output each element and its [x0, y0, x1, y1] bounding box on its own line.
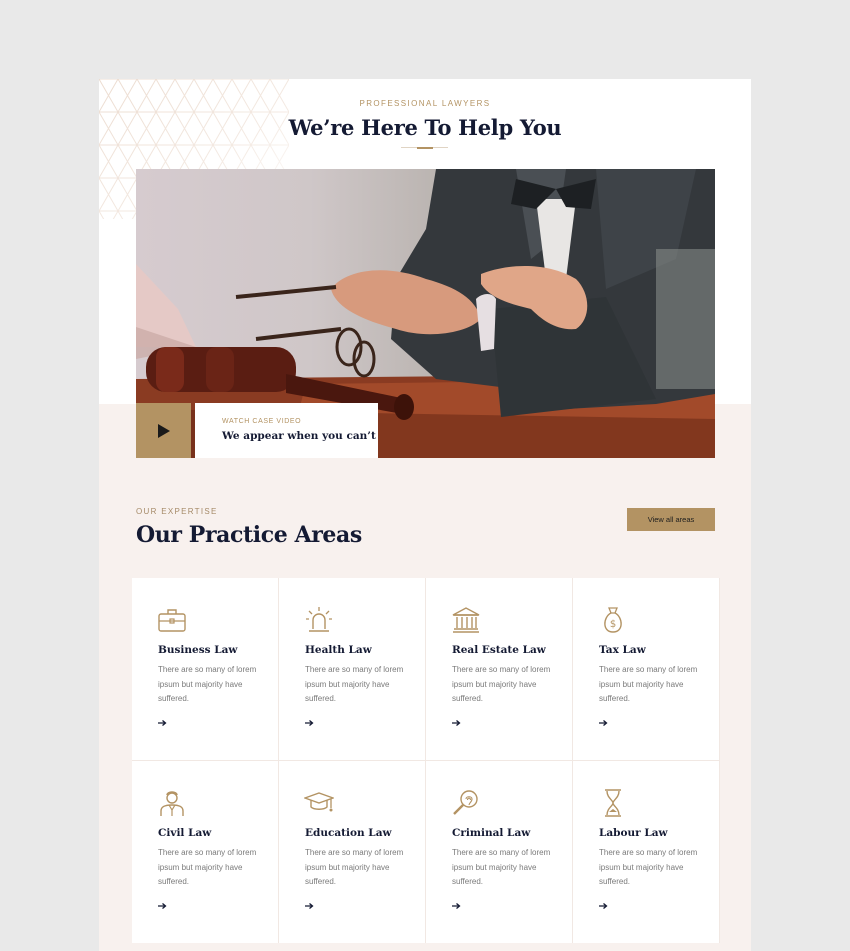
- video-eyebrow: WATCH CASE VIDEO: [222, 418, 302, 425]
- arrow-right-icon[interactable]: [158, 902, 167, 910]
- card-title: Health Law: [305, 644, 372, 656]
- practice-card-labour-law[interactable]: Labour Law There are so many of lorem ip…: [573, 761, 719, 943]
- arrow-right-icon[interactable]: [305, 902, 314, 910]
- practice-card-tax-law[interactable]: $ Tax Law There are so many of lorem ips…: [573, 578, 719, 760]
- hourglass-icon: [605, 789, 621, 817]
- page-title: We’re Here To Help You: [288, 115, 562, 140]
- card-title: Civil Law: [158, 827, 212, 839]
- card-description: There are so many of lorem ipsum but maj…: [158, 665, 257, 703]
- title-divider: [401, 146, 448, 149]
- siren-icon: [306, 607, 332, 632]
- video-title: We appear when you can’t: [222, 430, 376, 442]
- card-title: Criminal Law: [452, 827, 531, 839]
- practice-card-health-law[interactable]: Health Law There are so many of lorem ip…: [279, 578, 425, 760]
- section-eyebrow: OUR EXPERTISE: [136, 507, 218, 516]
- arrow-right-icon[interactable]: [452, 719, 461, 727]
- arrow-right-icon[interactable]: [305, 719, 314, 727]
- section-title: Our Practice Areas: [136, 522, 362, 548]
- card-title: Tax Law: [599, 644, 646, 656]
- card-description: There are so many of lorem ipsum but maj…: [305, 665, 404, 703]
- practice-card-real-estate-law[interactable]: Real Estate Law There are so many of lor…: [426, 578, 572, 760]
- card-description: There are so many of lorem ipsum but maj…: [599, 665, 698, 703]
- practice-card-business-law[interactable]: Business Law There are so many of lorem …: [132, 578, 278, 760]
- video-caption-card[interactable]: WATCH CASE VIDEO We appear when you can’…: [195, 403, 378, 458]
- practice-card-civil-law[interactable]: Civil Law There are so many of lorem ips…: [132, 761, 278, 943]
- card-title: Labour Law: [599, 827, 668, 839]
- courthouse-icon: [452, 607, 480, 633]
- play-icon: [158, 423, 170, 438]
- arrow-right-icon[interactable]: [452, 902, 461, 910]
- fingerprint-magnifier-icon: [453, 790, 478, 815]
- view-all-areas-button[interactable]: View all areas: [627, 508, 715, 531]
- page: PROFESSIONAL LAWYERS We’re Here To Help …: [99, 79, 751, 951]
- practice-card-education-law[interactable]: Education Law There are so many of lorem…: [279, 761, 425, 943]
- money-bag-icon: $: [604, 607, 622, 633]
- arrow-right-icon[interactable]: [599, 719, 608, 727]
- arrow-right-icon[interactable]: [158, 719, 167, 727]
- card-description: There are so many of lorem ipsum but maj…: [158, 848, 257, 886]
- card-description: There are so many of lorem ipsum but maj…: [599, 848, 698, 886]
- card-title: Business Law: [158, 644, 238, 656]
- practice-card-criminal-law[interactable]: Criminal Law There are so many of lorem …: [426, 761, 572, 943]
- briefcase-icon: [158, 609, 186, 632]
- lawyer-icon: [160, 791, 184, 816]
- card-description: There are so many of lorem ipsum but maj…: [452, 665, 551, 703]
- hero-eyebrow: PROFESSIONAL LAWYERS: [359, 99, 491, 108]
- graduation-cap-icon: [304, 792, 334, 812]
- svg-text:$: $: [610, 619, 616, 630]
- card-title: Education Law: [305, 827, 392, 839]
- play-video-button[interactable]: [136, 403, 191, 458]
- arrow-right-icon[interactable]: [599, 902, 608, 910]
- practice-areas-grid: Business Law There are so many of lorem …: [132, 578, 720, 943]
- card-description: There are so many of lorem ipsum but maj…: [305, 848, 404, 886]
- card-description: There are so many of lorem ipsum but maj…: [452, 848, 551, 886]
- card-title: Real Estate Law: [452, 644, 546, 656]
